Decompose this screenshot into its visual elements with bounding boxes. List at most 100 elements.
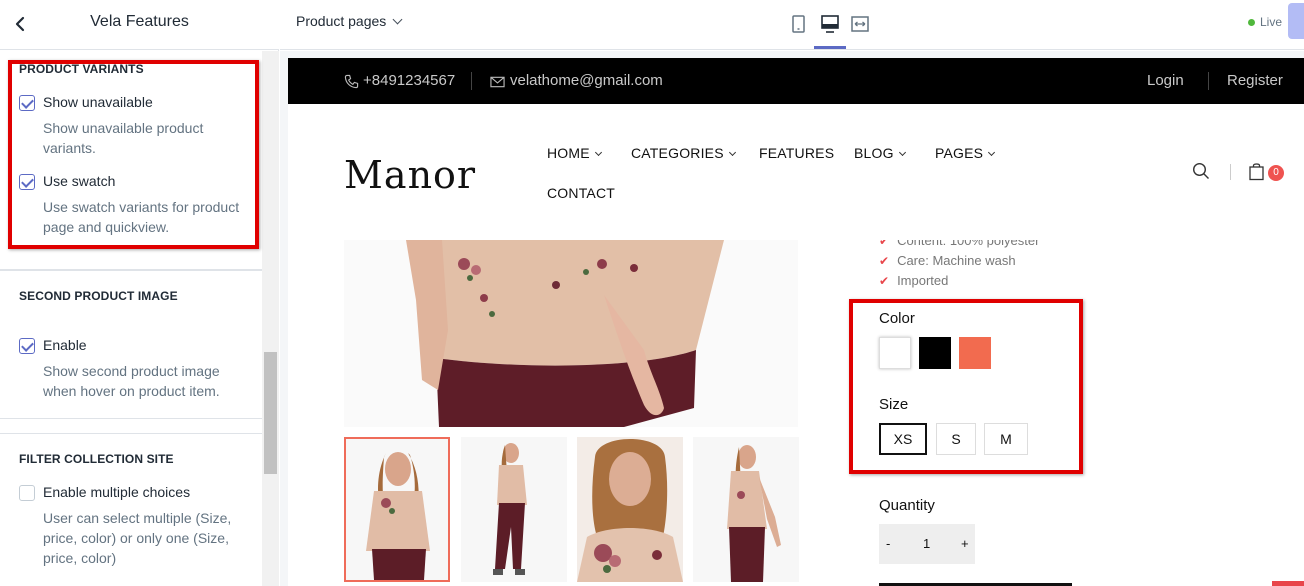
nav-item-home[interactable]: HOME — [547, 145, 602, 161]
nav-label: FEATURES — [759, 145, 835, 161]
sidebar-scrollbar[interactable] — [262, 51, 279, 586]
sidebar-title: Vela Features — [90, 13, 189, 30]
nav-label: HOME — [547, 145, 590, 161]
section-product-variants: PRODUCT VARIANTS Show unavailable Show u… — [0, 51, 262, 270]
enable-multiple-choices-checkbox[interactable] — [19, 485, 35, 501]
header-bottom-edge — [848, 224, 1088, 240]
option-use-swatch[interactable]: Use swatch Use swatch variants for produ… — [19, 173, 249, 235]
size-option-xs[interactable]: XS — [879, 423, 927, 455]
quantity-decrease-button[interactable]: - — [886, 536, 890, 551]
chevron-down-icon — [594, 148, 602, 157]
nav-label: BLOG — [854, 145, 894, 161]
option-enable-multiple-choices[interactable]: Enable multiple choices User can select … — [19, 484, 249, 566]
color-swatch-black[interactable] — [919, 337, 951, 369]
store-topbar: +8491234567 velathome@gmail.com Login Re… — [288, 58, 1304, 104]
product-thumbnail[interactable] — [577, 437, 683, 582]
save-button[interactable] — [1288, 3, 1304, 39]
size-option-m[interactable]: M — [984, 423, 1028, 455]
option-label: Show unavailable — [43, 94, 153, 110]
product-feature: ✔ Imported — [879, 273, 948, 288]
header-divider — [1230, 164, 1231, 180]
cart-icon[interactable] — [1248, 162, 1265, 181]
nav-item-pages[interactable]: PAGES — [935, 145, 996, 161]
sidebar-header: Vela Features — [0, 0, 279, 50]
nav-item-contact[interactable]: CONTACT — [547, 185, 615, 201]
sidebar-scrollbar-thumb[interactable] — [264, 352, 277, 474]
storefront-page: +8491234567 velathome@gmail.com Login Re… — [288, 58, 1304, 586]
section-heading: SECOND PRODUCT IMAGE — [19, 289, 178, 303]
quantity-value[interactable]: 1 — [923, 536, 930, 551]
use-swatch-checkbox[interactable] — [19, 174, 35, 190]
theme-settings-sidebar: Vela Features PRODUCT VARIANTS Show unav… — [0, 0, 279, 586]
color-swatch-coral[interactable] — [959, 337, 991, 369]
nav-item-features[interactable]: FEATURES — [759, 145, 834, 161]
live-status: Live — [1248, 15, 1282, 29]
desktop-icon[interactable] — [818, 12, 842, 36]
thumbnail-photo — [577, 437, 683, 582]
topbar-divider — [1208, 72, 1209, 90]
thumbnail-photo — [461, 437, 567, 582]
active-device-indicator — [814, 46, 846, 49]
quantity-label: Quantity — [879, 497, 935, 514]
fullwidth-icon[interactable] — [848, 12, 872, 36]
store-preview: +8491234567 velathome@gmail.com Login Re… — [280, 51, 1304, 586]
thumbnail-photo — [346, 439, 448, 580]
option-label: Enable — [43, 337, 87, 353]
check-icon: ✔ — [879, 274, 890, 288]
nav-label: PAGES — [935, 145, 984, 161]
option-help-text: Show unavailable product variants. — [43, 120, 204, 156]
page-type-dropdown[interactable]: Product pages — [296, 13, 403, 29]
register-link[interactable]: Register — [1227, 72, 1283, 89]
phone-icon — [344, 74, 359, 89]
option-label: Use swatch — [43, 173, 116, 189]
size-option-s[interactable]: S — [936, 423, 976, 455]
section-heading: FILTER COLLECTION SITE — [19, 452, 174, 466]
option-help-text: Use swatch variants for product page and… — [43, 199, 240, 235]
color-swatch-white[interactable] — [879, 337, 911, 369]
feature-text: Imported — [897, 273, 949, 288]
option-label: Enable multiple choices — [43, 484, 191, 500]
section-second-product-image: SECOND PRODUCT IMAGE Enable Show second … — [0, 270, 262, 419]
chevron-down-icon — [392, 14, 403, 25]
nav-item-blog[interactable]: BLOG — [854, 145, 906, 161]
option-help-text: User can select multiple (Size, price, c… — [43, 510, 232, 566]
mobile-icon[interactable] — [786, 12, 810, 36]
quantity-increase-button[interactable]: + — [961, 536, 969, 551]
store-email[interactable]: velathome@gmail.com — [510, 72, 663, 89]
enable-second-image-checkbox[interactable] — [19, 338, 35, 354]
page-type-label: Product pages — [296, 13, 387, 29]
chevron-down-icon — [988, 148, 996, 157]
option-show-unavailable[interactable]: Show unavailable Show unavailable produc… — [19, 94, 249, 156]
option-enable-second-image[interactable]: Enable Show second product image when ho… — [19, 337, 249, 399]
status-dot-icon — [1248, 19, 1255, 26]
product-thumbnail[interactable] — [344, 437, 450, 582]
section-filter-collection: FILTER COLLECTION SITE Enable multiple c… — [0, 433, 262, 586]
feature-text: Care: Machine wash — [897, 253, 1016, 268]
nav-item-categories[interactable]: CATEGORIES — [631, 145, 736, 161]
nav-label: CATEGORIES — [631, 145, 724, 161]
color-label: Color — [879, 310, 915, 327]
nav-label: CONTACT — [547, 185, 616, 201]
thumbnail-photo — [693, 437, 799, 582]
search-icon[interactable] — [1192, 162, 1210, 180]
store-phone[interactable]: +8491234567 — [363, 72, 455, 89]
chevron-down-icon — [898, 148, 906, 157]
settings-scroll-area: PRODUCT VARIANTS Show unavailable Show u… — [0, 51, 262, 586]
editor-topbar: Product pages Live — [280, 0, 1304, 50]
show-unavailable-checkbox[interactable] — [19, 95, 35, 111]
login-link[interactable]: Login — [1147, 72, 1184, 89]
store-logo[interactable]: Manor — [344, 153, 476, 197]
product-main-image[interactable] — [344, 240, 798, 427]
product-thumbnail[interactable] — [461, 437, 567, 582]
topbar-divider — [471, 72, 472, 90]
product-feature: ✔ Care: Machine wash — [879, 253, 1016, 268]
option-help-text: Show second product image when hover on … — [43, 363, 220, 399]
product-photo — [344, 240, 798, 427]
cart-count-badge: 0 — [1268, 165, 1284, 181]
live-status-label: Live — [1260, 15, 1283, 29]
size-label: Size — [879, 396, 909, 413]
chevron-down-icon — [728, 148, 736, 157]
mail-icon — [490, 76, 505, 88]
floating-widget-edge[interactable] — [1272, 581, 1304, 586]
product-thumbnail[interactable] — [693, 437, 799, 582]
